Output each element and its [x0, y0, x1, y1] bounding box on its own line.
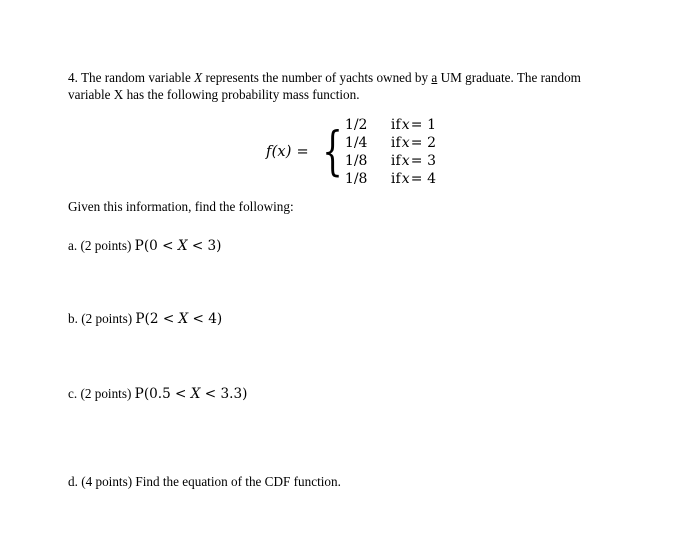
part-c-expression: P(0.5 < X < 3.3): [135, 386, 248, 402]
pmf-condition: ifx= 4: [391, 170, 436, 188]
part-b-expr-suffix: < 4): [188, 311, 223, 328]
pmf-if-keyword: if: [390, 153, 401, 170]
part-c-label: c. (2 points): [68, 385, 135, 401]
part-b-expression: P(2 < X < 4): [135, 311, 222, 327]
pmf-variable-symbol: x: [401, 135, 410, 152]
pmf-probability-value: 1/8: [344, 153, 368, 170]
given-instruction-line: Given this information, find the followi…: [68, 199, 294, 215]
part-d-label: d. (4 points) Find the equation of the C…: [68, 474, 341, 490]
pmf-condition-value: = 3: [410, 153, 437, 170]
part-c-expr-prefix: P(0.5 <: [134, 385, 191, 402]
pmf-case-row: 1/4 ifx= 2: [345, 134, 436, 152]
pmf-if-keyword: if: [390, 171, 401, 188]
pmf-case-row: 1/2 ifx= 1: [345, 116, 436, 134]
pmf-probability-value: 1/4: [344, 135, 368, 152]
question-part-b: b. (2 points) P(2 < X < 4): [68, 311, 628, 328]
pmf-if-keyword: if: [390, 135, 401, 152]
question-part-c: c. (2 points) P(0.5 < X < 3.3): [68, 386, 628, 403]
part-c-expr-suffix: < 3.3): [200, 385, 248, 402]
pmf-variable-symbol: x: [401, 117, 410, 134]
left-curly-brace-icon: {: [322, 122, 343, 183]
pmf-condition: ifx= 2: [391, 134, 436, 152]
pmf-equation: f(x) = { 1/2 ifx= 1 1/4 ifx= 2 1/8 ifx= …: [68, 116, 628, 188]
part-a-expr-suffix: < 3): [187, 237, 222, 254]
pmf-cases-list: 1/2 ifx= 1 1/4 ifx= 2 1/8 ifx= 3 1/8 ifx…: [345, 116, 436, 188]
pmf-condition: ifx= 3: [391, 152, 436, 170]
part-a-label: a. (2 points): [68, 237, 135, 253]
part-b-expr-variable: X: [178, 311, 189, 328]
part-b-label: b. (2 points): [68, 311, 136, 327]
pmf-probability-value: 1/2: [344, 117, 368, 134]
part-a-expr-variable: X: [177, 237, 188, 254]
question-intro-paragraph: 4. The random variable X represents the …: [68, 70, 613, 103]
part-a-expr-prefix: P(0 <: [134, 237, 178, 254]
pmf-probability-value: 1/8: [344, 171, 368, 188]
intro-text-part-2: represents the number of yachts owned by: [202, 70, 432, 86]
random-variable-symbol: X: [194, 70, 203, 86]
pmf-condition-value: = 2: [410, 135, 437, 152]
pmf-condition-value: = 4: [410, 171, 437, 188]
pmf-variable-symbol: x: [401, 153, 410, 170]
pmf-case-row: 1/8 ifx= 3: [345, 152, 436, 170]
part-b-expr-prefix: P(2 <: [135, 311, 179, 328]
pmf-condition-value: = 1: [410, 117, 437, 134]
intro-text-part-1: 4. The random variable: [68, 70, 195, 86]
pmf-if-keyword: if: [390, 117, 401, 134]
question-block: 4. The random variable X represents the …: [68, 57, 628, 504]
question-part-d: d. (4 points) Find the equation of the C…: [68, 474, 628, 491]
document-page: 4. The random variable X represents the …: [0, 0, 686, 555]
question-part-a: a. (2 points) P(0 < X < 3): [68, 238, 628, 255]
pmf-variable-symbol: x: [401, 171, 410, 188]
pmf-case-row: 1/8 ifx= 4: [345, 170, 436, 188]
pmf-function-label: f(x) =: [266, 144, 309, 161]
pmf-condition: ifx= 1: [391, 116, 436, 134]
part-a-expression: P(0 < X < 3): [135, 238, 222, 254]
